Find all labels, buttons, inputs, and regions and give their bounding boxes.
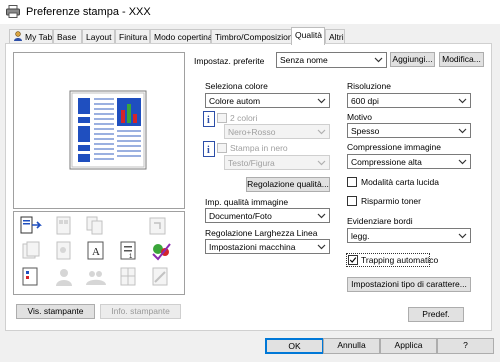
two-colors-checkbox[interactable] <box>217 113 227 123</box>
grayed-user-icon <box>56 269 72 286</box>
resolution-label: Risoluzione <box>347 81 391 91</box>
color-select[interactable]: Colore autom <box>205 93 330 108</box>
image-quality-select[interactable]: Documento/Foto <box>205 208 330 223</box>
favorites-edit-button[interactable]: Modifica... <box>439 52 484 67</box>
user-icon <box>14 31 22 41</box>
trapping-label: Trapping automatico <box>361 255 439 265</box>
two-colors-label: 2 colori <box>230 113 258 123</box>
printer-icon <box>6 5 20 18</box>
line-width-label: Regolazione Larghezza Linea <box>205 228 318 238</box>
apply-button[interactable]: Applica <box>380 338 437 354</box>
checkmark-icon <box>349 257 357 263</box>
chevron-down-icon <box>317 244 326 250</box>
font-settings-button[interactable]: Impostazioni tipo di carattere... <box>347 277 471 292</box>
toner-save-checkbox[interactable] <box>347 196 357 206</box>
window-title: Preferenze stampa - XXX <box>26 6 151 18</box>
favorites-select[interactable]: Senza nome <box>276 52 387 68</box>
tab-finitura[interactable]: Finitura <box>115 29 150 44</box>
print-black-select[interactable]: Testo/Figura <box>224 155 330 170</box>
glossy-paper-checkbox[interactable] <box>347 177 357 187</box>
tab-modo-copertina[interactable]: Modo copertina <box>150 29 213 44</box>
info-icon: i <box>203 111 215 127</box>
ok-button[interactable]: OK <box>265 338 324 354</box>
chevron-down-icon <box>458 128 467 134</box>
chevron-down-icon <box>374 57 383 63</box>
grayed-group-icon <box>86 271 106 285</box>
chevron-down-icon <box>458 233 467 239</box>
glossy-paper-label: Modalità carta lucida <box>361 177 439 187</box>
grayed-cover-icon <box>56 241 71 260</box>
defaults-button[interactable]: Predef. <box>408 307 464 322</box>
tab-timbro-composizione[interactable]: Timbro/Composizione <box>211 29 297 44</box>
pattern-label: Motivo <box>347 112 373 122</box>
pattern-select[interactable]: Spesso <box>347 123 471 138</box>
grayed-watermark-icon <box>152 267 168 286</box>
compression-select[interactable]: Compressione alta <box>347 154 471 169</box>
svg-text:i: i <box>207 115 210 126</box>
edge-select[interactable]: legg. <box>347 228 471 243</box>
tab-altri[interactable]: Altri <box>325 29 345 44</box>
output-tray-icon <box>20 216 42 234</box>
print-black-label: Stampa in nero <box>230 143 288 153</box>
image-quality-label: Imp. qualità immagine <box>205 197 289 207</box>
grayed-staple-icon <box>149 217 166 235</box>
grayed-booklet-icon <box>22 267 38 286</box>
chevron-down-icon <box>317 98 326 104</box>
quality-adjust-button[interactable]: Regolazione qualità... <box>246 177 330 192</box>
resolution-select[interactable]: 600 dpi <box>347 93 471 108</box>
chevron-down-icon <box>317 213 326 219</box>
svg-text:i: i <box>207 145 210 156</box>
tab-strip: My Tab Base Layout Finitura Modo coperti… <box>0 27 500 45</box>
tab-base[interactable]: Base <box>53 29 82 44</box>
print-preview <box>13 52 185 209</box>
printer-view-button[interactable]: Vis. stampante <box>16 304 95 319</box>
toner-save-label: Risparmio toner <box>361 196 421 206</box>
grayed-finishing-icon <box>22 241 40 259</box>
title-bar: Preferenze stampa - XXX <box>0 0 500 24</box>
chevron-down-icon <box>458 159 467 165</box>
trapping-checkbox[interactable] <box>348 255 358 265</box>
document-preview-icon <box>69 90 147 170</box>
help-button[interactable]: ? <box>437 338 494 354</box>
quality-check-icon <box>152 243 171 261</box>
grayed-copies-icon <box>86 216 103 235</box>
tab-qualita[interactable]: Qualità <box>291 27 325 45</box>
line-width-select[interactable]: Impostazioni macchina <box>205 239 330 254</box>
favorites-label: Impostaz. preferite <box>194 56 265 66</box>
compression-label: Compressione immagine <box>347 142 442 152</box>
feature-icon-grid: A 1 <box>13 211 185 295</box>
print-black-checkbox[interactable] <box>217 143 227 153</box>
chevron-down-icon <box>317 160 326 166</box>
edge-label: Evidenziare bordi <box>347 216 413 226</box>
info-icon: i <box>203 141 215 157</box>
chevron-down-icon <box>458 98 467 104</box>
tab-my-tab[interactable]: My Tab <box>9 29 53 44</box>
two-colors-select[interactable]: Nero+Rosso <box>224 124 330 139</box>
printer-info-button[interactable]: Info. stampante <box>100 304 181 319</box>
grayed-grid-icon <box>120 267 136 286</box>
svg-text:A: A <box>92 246 100 258</box>
color-select-label: Seleziona colore <box>205 81 268 91</box>
chevron-down-icon <box>317 129 326 135</box>
page-number-icon: 1 <box>120 241 136 260</box>
favorites-add-button[interactable]: Aggiungi... <box>390 52 435 67</box>
cancel-button[interactable]: Annulla <box>323 338 380 354</box>
tab-layout[interactable]: Layout <box>82 29 115 44</box>
font-icon: A <box>87 241 104 260</box>
grayed-layout-icon <box>56 216 71 235</box>
